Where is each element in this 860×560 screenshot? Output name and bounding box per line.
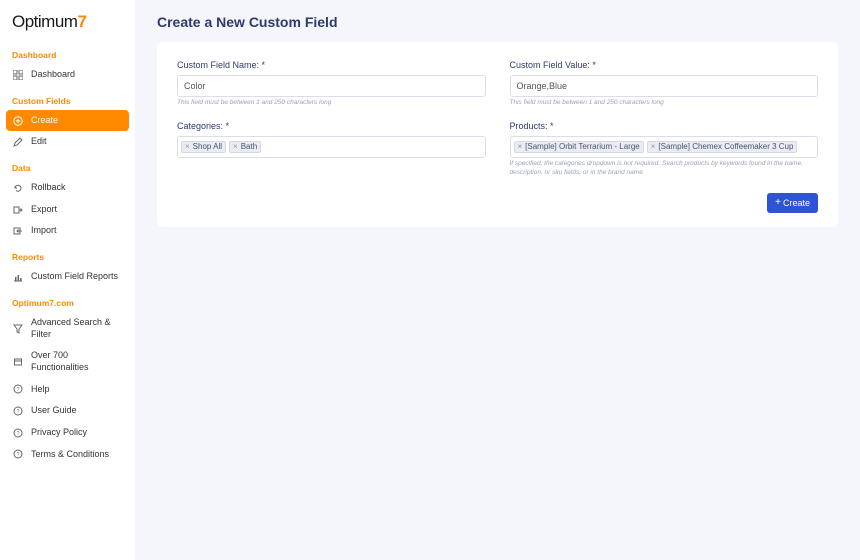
sidebar-item-label: Rollback: [31, 182, 66, 194]
sidebar-item-rollback[interactable]: Rollback: [0, 177, 135, 199]
field-value-hint: This field must be between 1 and 250 cha…: [510, 99, 819, 107]
tag-remove-icon[interactable]: ×: [183, 143, 193, 151]
sidebar-item-label: Custom Field Reports: [31, 271, 118, 283]
help-icon: ?: [12, 384, 23, 395]
sidebar-item-label: Export: [31, 204, 57, 216]
svg-text:?: ?: [16, 452, 19, 458]
export-icon: [12, 204, 23, 215]
sidebar-item-advanced-search[interactable]: Advanced Search & Filter: [0, 312, 135, 345]
section-reports: Reports: [0, 242, 135, 266]
create-button[interactable]: + Create: [767, 193, 818, 213]
sidebar-item-create[interactable]: Create: [6, 110, 129, 132]
tag-label: Bath: [241, 143, 257, 151]
create-button-label: Create: [783, 198, 810, 208]
import-icon: [12, 226, 23, 237]
filter-icon: [12, 323, 23, 334]
sidebar-item-label: Advanced Search & Filter: [31, 317, 123, 340]
dashboard-icon: [12, 69, 23, 80]
section-data: Data: [0, 153, 135, 177]
sidebar-item-label: Import: [31, 225, 57, 237]
section-optimum7: Optimum7.com: [0, 288, 135, 312]
products-label: Products: *: [510, 121, 819, 131]
logo-accent: 7: [77, 12, 86, 31]
category-tag: × Bath: [229, 141, 261, 153]
logo-text: Optimum: [12, 12, 77, 31]
products-hint: If specified, the categories dropdown is…: [510, 160, 819, 177]
sidebar-item-label: Over 700 Functionalities: [31, 350, 123, 373]
logo: Optimum7: [0, 8, 135, 40]
section-custom-fields: Custom Fields: [0, 86, 135, 110]
form-card: Custom Field Name: * This field must be …: [157, 42, 838, 227]
svg-text:?: ?: [16, 387, 19, 393]
sidebar-item-export[interactable]: Export: [0, 199, 135, 221]
sidebar-item-label: Dashboard: [31, 69, 75, 81]
sidebar-item-user-guide[interactable]: ? User Guide: [0, 400, 135, 422]
sidebar-item-import[interactable]: Import: [0, 220, 135, 242]
tag-label: Shop All: [193, 143, 222, 151]
tag-label: [Sample] Orbit Terrarium - Large: [525, 143, 640, 151]
category-tag: × Shop All: [181, 141, 226, 153]
custom-field-name-input[interactable]: [177, 75, 486, 97]
rollback-icon: [12, 182, 23, 193]
chart-icon: [12, 271, 23, 282]
product-tag: × [Sample] Orbit Terrarium - Large: [514, 141, 644, 153]
help-icon: ?: [12, 427, 23, 438]
field-name-label: Custom Field Name: *: [177, 60, 486, 70]
section-dashboard: Dashboard: [0, 40, 135, 64]
tag-remove-icon[interactable]: ×: [231, 143, 241, 151]
sidebar-item-dashboard[interactable]: Dashboard: [0, 64, 135, 86]
products-input[interactable]: × [Sample] Orbit Terrarium - Large × [Sa…: [510, 136, 819, 158]
sidebar-item-help[interactable]: ? Help: [0, 379, 135, 401]
sidebar-item-label: User Guide: [31, 405, 77, 417]
field-value-label: Custom Field Value: *: [510, 60, 819, 70]
svg-text:?: ?: [16, 409, 19, 415]
sidebar-item-label: Terms & Conditions: [31, 449, 109, 461]
sidebar-item-label: Create: [31, 115, 58, 127]
help-icon: ?: [12, 449, 23, 460]
sidebar-item-functionalities[interactable]: Over 700 Functionalities: [0, 345, 135, 378]
svg-text:?: ?: [16, 431, 19, 437]
product-tag: × [Sample] Chemex Coffeemaker 3 Cup: [647, 141, 798, 153]
categories-label: Categories: *: [177, 121, 486, 131]
main-content: Create a New Custom Field Custom Field N…: [135, 0, 860, 560]
plus-circle-icon: [12, 115, 23, 126]
tag-remove-icon[interactable]: ×: [649, 143, 659, 151]
sidebar-item-label: Help: [31, 384, 50, 396]
sidebar-item-terms[interactable]: ? Terms & Conditions: [0, 444, 135, 466]
sidebar-item-label: Edit: [31, 136, 47, 148]
tag-label: [Sample] Chemex Coffeemaker 3 Cup: [658, 143, 793, 151]
sidebar-item-edit[interactable]: Edit: [0, 131, 135, 153]
package-icon: [12, 356, 23, 367]
pencil-icon: [12, 137, 23, 148]
sidebar-item-custom-field-reports[interactable]: Custom Field Reports: [0, 266, 135, 288]
field-name-hint: This field must be between 1 and 250 cha…: [177, 99, 486, 107]
tag-remove-icon[interactable]: ×: [516, 143, 526, 151]
sidebar: Optimum7 Dashboard Dashboard Custom Fiel…: [0, 0, 135, 560]
plus-icon: +: [775, 198, 781, 208]
page-title: Create a New Custom Field: [157, 14, 838, 30]
sidebar-item-label: Privacy Policy: [31, 427, 87, 439]
help-icon: ?: [12, 406, 23, 417]
categories-input[interactable]: × Shop All × Bath: [177, 136, 486, 158]
sidebar-item-privacy[interactable]: ? Privacy Policy: [0, 422, 135, 444]
custom-field-value-input[interactable]: [510, 75, 819, 97]
